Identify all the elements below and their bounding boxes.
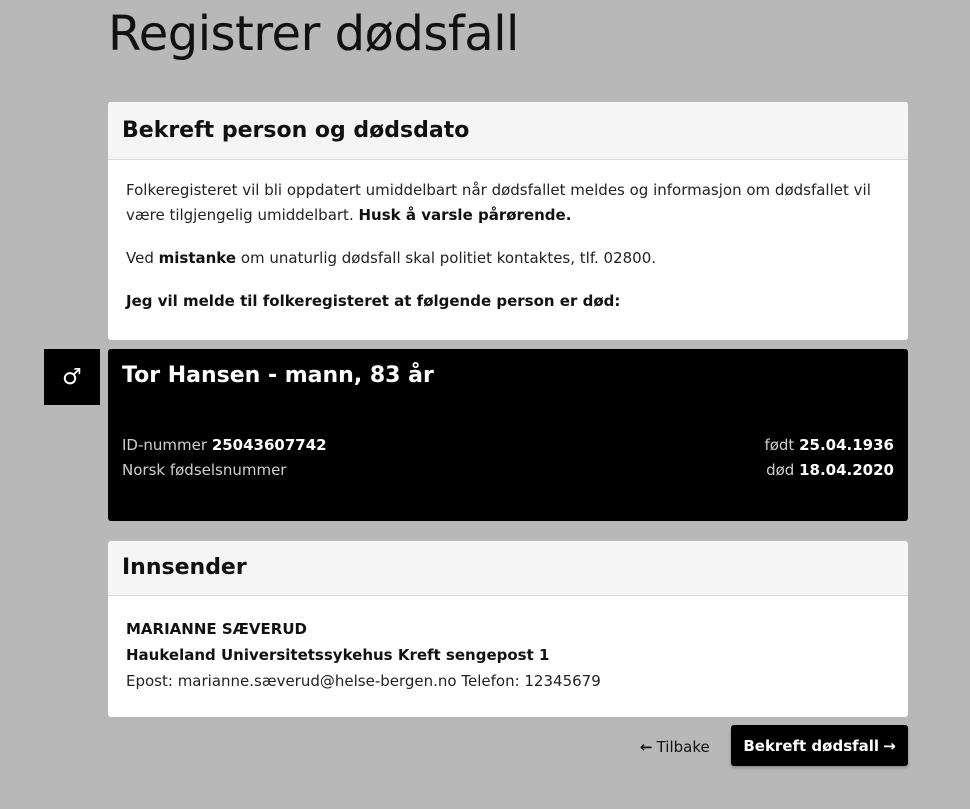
born-date: 25.04.1936 [799, 436, 894, 454]
confirm-card-header: Bekreft person og dødsdato [108, 102, 908, 160]
update-info-paragraph: Folkeregisteret vil bli oppdatert umidde… [126, 178, 890, 228]
notify-relatives-text: Husk å varsle pårørende. [358, 206, 572, 224]
died-label: død [766, 461, 795, 479]
sender-name: MARIANNE SÆVERUD [126, 620, 307, 638]
sender-contact: Epost: marianne.sæverud@helse-bergen.no … [126, 672, 601, 690]
police-info-bold: mistanke [158, 249, 237, 267]
person-dates-block: født 25.04.1936 død 18.04.2020 [764, 433, 894, 483]
confirm-button-label: Bekreft dødsfall [743, 736, 880, 755]
died-date: 18.04.2020 [799, 461, 894, 479]
sender-card: Innsender MARIANNE SÆVERUD Haukeland Uni… [108, 541, 908, 717]
id-number-value: 25043607742 [211, 436, 327, 454]
arrow-right-icon: → [883, 736, 896, 755]
person-name: Tor Hansen - mann, 83 år [122, 363, 434, 388]
confirm-card-body: Folkeregisteret vil bli oppdatert umidde… [108, 160, 908, 314]
sender-organization: Haukeland Universitetssykehus Kreft seng… [126, 646, 550, 664]
born-row: født 25.04.1936 [764, 433, 894, 458]
id-type: Norsk fødselsnummer [122, 461, 287, 479]
sender-card-body: MARIANNE SÆVERUD Haukeland Universitetss… [108, 596, 908, 694]
male-symbol-icon: ♂ [44, 349, 100, 405]
declaration-text: Jeg vil melde til folkeregisteret at føl… [126, 292, 621, 310]
police-info-prefix: Ved [126, 249, 154, 267]
police-info-paragraph: Ved mistanke om unaturlig dødsfall skal … [126, 246, 890, 271]
back-link[interactable]: ← Tilbake [640, 732, 710, 762]
back-label: Tilbake [656, 738, 710, 756]
page-title: Registrer dødsfall [108, 6, 519, 62]
id-number-label: ID-nummer [122, 436, 208, 454]
police-info-suffix: om unaturlig dødsfall skal politiet kont… [240, 249, 657, 267]
id-number-row: ID-nummer 25043607742 [122, 433, 327, 458]
born-label: født [764, 436, 795, 454]
died-row: død 18.04.2020 [764, 458, 894, 483]
confirm-person-card: Bekreft person og dødsdato Folkeregister… [108, 102, 908, 340]
person-id-block: ID-nummer 25043607742 Norsk fødselsnumme… [122, 433, 327, 483]
person-card: Tor Hansen - mann, 83 år ID-nummer 25043… [108, 349, 908, 521]
confirm-death-button[interactable]: Bekreft dødsfall → [731, 725, 908, 766]
sender-card-header: Innsender [108, 541, 908, 596]
declaration-paragraph: Jeg vil melde til folkeregisteret at føl… [126, 289, 890, 314]
arrow-left-icon: ← [640, 738, 653, 756]
